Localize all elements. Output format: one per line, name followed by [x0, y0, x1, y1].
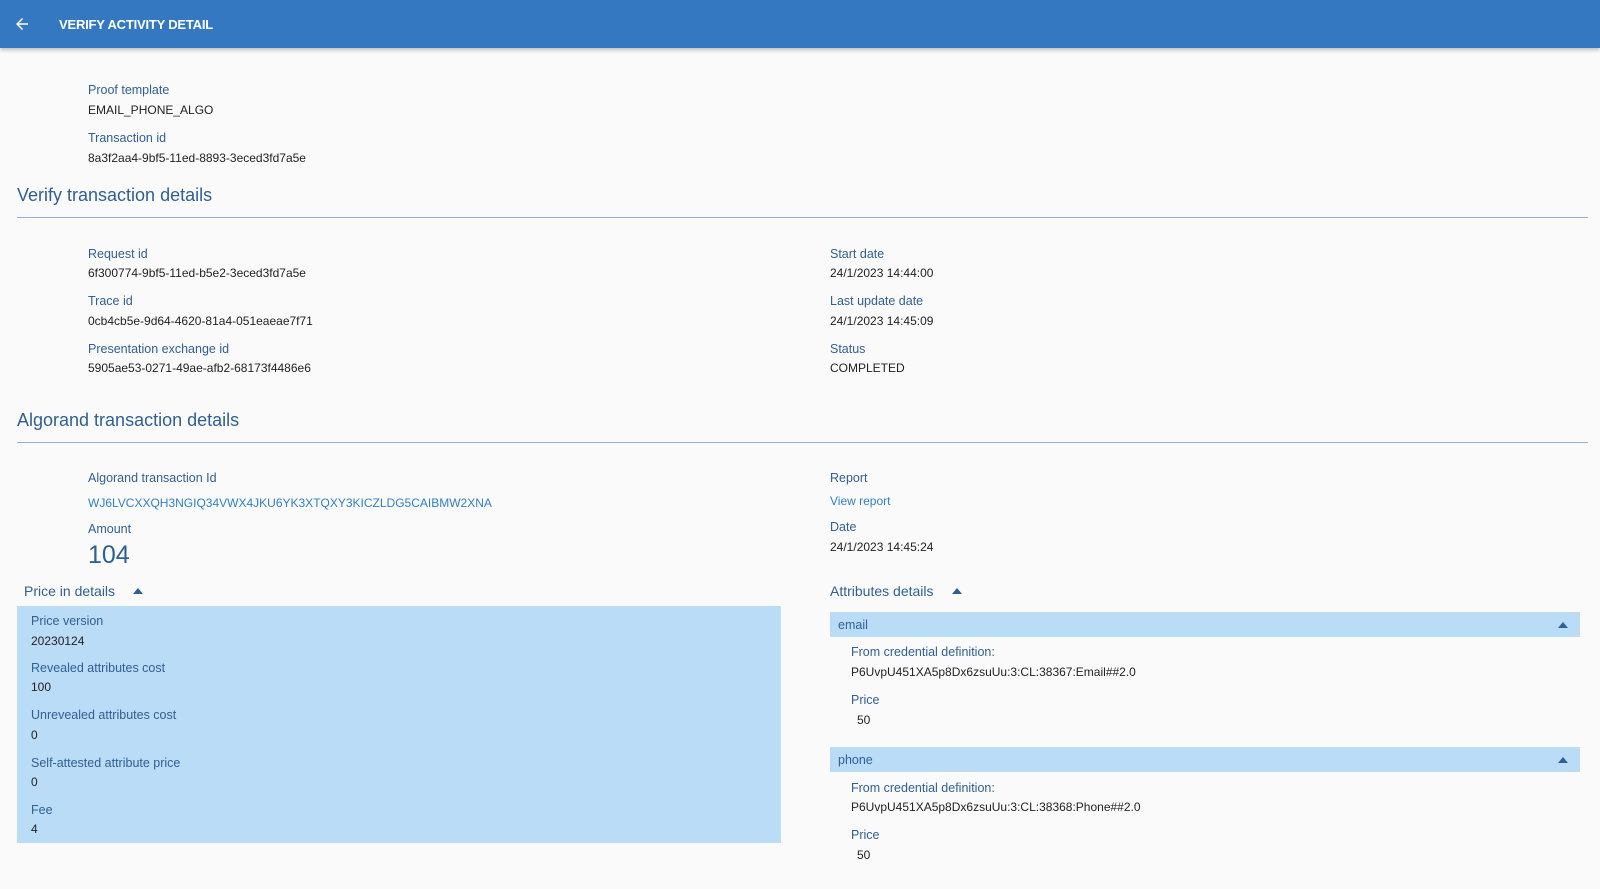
proof-template-label: Proof template: [88, 83, 170, 97]
price-details-panel: Price version 20230124 Revealed attribut…: [17, 606, 781, 843]
revealed-attributes-cost-value: 100: [31, 680, 52, 694]
price-version-value: 20230124: [31, 634, 85, 648]
date-value: 24/1/2023 14:45:24: [830, 540, 934, 554]
chevron-up-icon: [1558, 622, 1568, 628]
section-divider: [17, 442, 1588, 443]
attribute-price-value: 50: [857, 713, 871, 727]
attributes-details-title: Attributes details: [830, 583, 934, 599]
section-divider: [17, 217, 1588, 218]
start-date-value: 24/1/2023 14:44:00: [830, 266, 934, 280]
revealed-attributes-cost-label: Revealed attributes cost: [31, 661, 166, 675]
view-report-link[interactable]: View report: [830, 494, 890, 508]
back-button[interactable]: [10, 12, 34, 36]
status-label: Status: [830, 342, 866, 356]
price-version-label: Price version: [31, 614, 104, 628]
price-details-title: Price in details: [24, 583, 116, 599]
trace-id-value: 0cb4cb5e-9d64-4620-81a4-051eaeae7f71: [88, 314, 313, 328]
amount-label: Amount: [88, 522, 132, 536]
unrevealed-attributes-cost-label: Unrevealed attributes cost: [31, 708, 177, 722]
presentation-exchange-id-value: 5905ae53-0271-49ae-afb2-68173f4486e6: [88, 361, 311, 375]
algorand-section-title: Algorand transaction details: [17, 410, 240, 430]
request-id-value: 6f300774-9bf5-11ed-b5e2-3eced3fd7a5e: [88, 266, 306, 280]
last-update-date-value: 24/1/2023 14:45:09: [830, 314, 934, 328]
attributes-details-toggle[interactable]: Attributes details: [830, 583, 962, 599]
transaction-id-value: 8a3f2aa4-9bf5-11ed-8893-3eced3fd7a5e: [88, 151, 306, 165]
chevron-up-icon: [1558, 757, 1568, 763]
attribute-price-value: 50: [857, 848, 871, 862]
algorand-tx-id-label: Algorand transaction Id: [88, 471, 217, 485]
attribute-name: phone: [838, 752, 873, 767]
chevron-up-icon: [133, 588, 144, 594]
credential-definition-label: From credential definition:: [851, 781, 995, 795]
report-label: Report: [830, 471, 868, 485]
fee-label: Fee: [31, 803, 53, 817]
self-attested-attribute-price-label: Self-attested attribute price: [31, 756, 181, 770]
presentation-exchange-id-label: Presentation exchange id: [88, 342, 230, 356]
attribute-header-email[interactable]: email: [830, 612, 1580, 637]
algorand-tx-id-link[interactable]: WJ6LVCXXQH3NGIQ34VWX4JKU6YK3XTQXY3KICZLD…: [88, 496, 492, 510]
credential-definition-value: P6UvpU451XA5p8Dx6zsuUu:3:CL:38368:Phone#…: [851, 800, 1141, 814]
transaction-id-label: Transaction id: [88, 131, 167, 145]
attribute-price-label: Price: [851, 828, 880, 842]
self-attested-attribute-price-value: 0: [31, 775, 38, 789]
attribute-name: email: [838, 617, 868, 632]
last-update-date-label: Last update date: [830, 294, 924, 308]
date-label: Date: [830, 520, 857, 534]
attribute-price-label: Price: [851, 693, 880, 707]
fee-value: 4: [31, 822, 38, 836]
trace-id-label: Trace id: [88, 294, 133, 308]
request-id-label: Request id: [88, 247, 148, 261]
start-date-label: Start date: [830, 247, 885, 261]
chevron-up-icon: [951, 588, 962, 594]
price-details-toggle[interactable]: Price in details: [24, 583, 144, 599]
status-value: COMPLETED: [830, 361, 905, 375]
amount-value: 104: [88, 541, 130, 569]
credential-definition-value: P6UvpU451XA5p8Dx6zsuUu:3:CL:38367:Email#…: [851, 665, 1136, 679]
unrevealed-attributes-cost-value: 0: [31, 728, 38, 742]
proof-template-value: EMAIL_PHONE_ALGO: [88, 103, 214, 117]
app-header: VERIFY ACTIVITY DETAIL: [0, 0, 1600, 48]
verify-section-title: Verify transaction details: [17, 185, 213, 205]
attribute-header-phone[interactable]: phone: [830, 747, 1580, 772]
page-title: VERIFY ACTIVITY DETAIL: [59, 17, 214, 32]
credential-definition-label: From credential definition:: [851, 645, 995, 659]
arrow-left-icon: [16, 18, 28, 30]
